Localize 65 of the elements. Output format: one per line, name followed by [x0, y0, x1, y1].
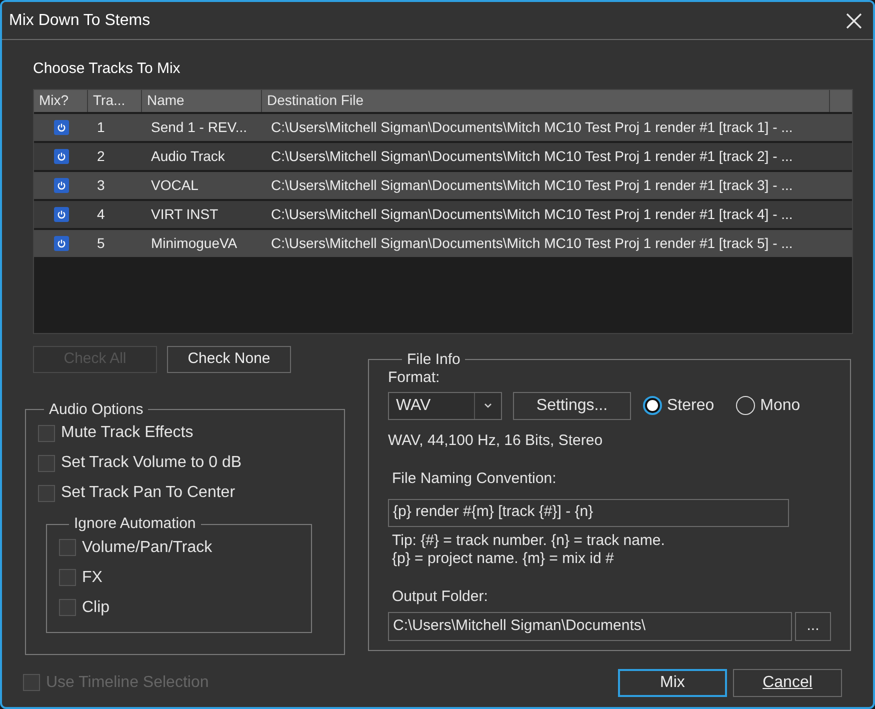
check-none-button[interactable]: Check None: [167, 346, 291, 372]
checkbox[interactable]: [38, 424, 55, 442]
track-number: 2: [96, 146, 106, 166]
destination-path: C:\Users\Mitchell Sigman\Documents\Mitch MC10 Test Proj 1 render #1 [track 5] - ...: [270, 234, 794, 253]
checkbox[interactable]: [59, 539, 76, 556]
track-name: Send 1 - REV...: [150, 118, 248, 136]
browse-button[interactable]: ...: [795, 612, 831, 641]
tip-text: {p} = project name. {m} = mix id #: [392, 550, 615, 568]
power-toggle[interactable]: [54, 206, 68, 222]
power-icon: [56, 238, 66, 248]
track-number: 1: [96, 118, 106, 136]
mix-button[interactable]: Mix: [618, 668, 727, 696]
checkbox-label: Clip: [82, 598, 110, 618]
column-header[interactable]: Tra...: [88, 90, 142, 112]
column-header[interactable]: Destination File: [262, 90, 830, 112]
checkbox-label: FX: [82, 568, 102, 588]
radio-button[interactable]: [643, 396, 662, 415]
destination-path: C:\Users\Mitchell Sigman\Documents\Mitch MC10 Test Proj 1 render #1 [track 2] - ...: [270, 146, 794, 166]
destination-path: C:\Users\Mitchell Sigman\Documents\Mitch MC10 Test Proj 1 render #1 [track 3] - ...: [270, 176, 794, 195]
settings-button[interactable]: Settings...: [513, 392, 631, 420]
checkbox-label: Volume/Pan/Track: [82, 538, 212, 558]
chevron-down-icon: [484, 403, 492, 408]
track-name: MinimogueVA: [150, 234, 238, 253]
power-icon: [56, 180, 66, 190]
window-title: Mix Down To Stems: [9, 10, 150, 30]
field-label: File Naming Convention:: [392, 469, 558, 489]
section-title: Choose Tracks To Mix: [33, 59, 182, 79]
radio-label: Stereo: [667, 396, 714, 416]
checkbox-label: Set Track Pan To Center: [61, 483, 236, 503]
column-header[interactable]: Name: [142, 90, 262, 112]
track-number: 4: [96, 204, 106, 224]
group-title: Audio Options: [48, 400, 144, 420]
group-title: Ignore Automation: [73, 514, 197, 534]
checkbox-label: Mute Track Effects: [61, 423, 194, 443]
checkbox[interactable]: [38, 484, 55, 502]
naming-input-field[interactable]: {p} render #{m} [track {#}] - {n}: [388, 498, 789, 526]
track-number: 5: [96, 234, 106, 252]
output-folder-field[interactable]: C:\Users\Mitchell Sigman\Documents\: [388, 612, 792, 641]
field-label: Output Folder:: [392, 586, 489, 606]
power-icon: [56, 210, 66, 218]
format-dropdown[interactable]: WAV: [388, 392, 502, 420]
checkbox-label: Set Track Volume to 0 dB: [61, 453, 242, 473]
group-title: File Info: [406, 350, 462, 370]
checkbox[interactable]: [38, 454, 55, 472]
track-name: VIRT INST: [150, 204, 220, 224]
power-toggle[interactable]: [54, 236, 68, 250]
tip-text: Tip: {#} = track number. {n} = track name.: [392, 532, 666, 550]
track-number: 3: [96, 176, 106, 194]
power-toggle[interactable]: [54, 178, 68, 192]
column-header[interactable]: Mix?: [34, 90, 88, 112]
cancel-button[interactable]: Cancel: [733, 668, 842, 696]
track-name: Audio Track: [150, 146, 226, 166]
radio-label: Mono: [760, 396, 800, 416]
checkbox[interactable]: [59, 569, 76, 586]
power-icon: [56, 152, 66, 160]
track-name: VOCAL: [150, 176, 200, 194]
power-toggle[interactable]: [54, 148, 68, 164]
close-icon: [846, 12, 862, 28]
power-toggle[interactable]: [54, 120, 68, 134]
format-label: Format:: [388, 368, 441, 388]
destination-path: C:\Users\Mitchell Sigman\Documents\Mitch MC10 Test Proj 1 render #1 [track 1] - ...: [270, 118, 794, 137]
format-summary: WAV, 44,100 Hz, 16 Bits, Stereo: [388, 430, 604, 450]
power-icon: [56, 122, 66, 132]
checkbox[interactable]: [59, 599, 76, 616]
destination-path: C:\Users\Mitchell Sigman\Documents\Mitch MC10 Test Proj 1 render #1 [track 4] - ...: [270, 204, 794, 224]
